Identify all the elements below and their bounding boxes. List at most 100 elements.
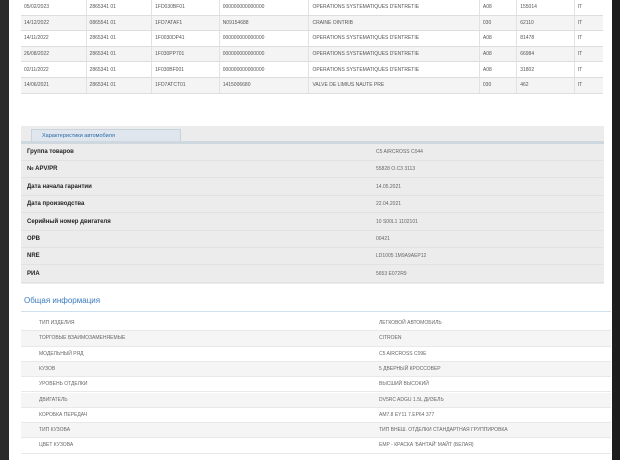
history-cell: 030 xyxy=(478,15,517,32)
characteristic-label: № APV/PR xyxy=(27,166,58,173)
characteristic-row: NRE LD1005 1M9A9AEP12 xyxy=(21,248,604,266)
history-cell: 1FD7ATAF1 xyxy=(151,15,220,32)
general-info-label: ЦВЕТ КУЗОВА xyxy=(39,442,74,449)
general-info-row: ТОРГОВЫЕ ВЗАИМОЗАМЕНЯЕМЫЕ CITROEN xyxy=(21,331,611,347)
general-info-row: ТИП ИЗДЕЛИЯ ЛЕГКОВОЙ АВТОМОБИЛЬ xyxy=(21,316,611,332)
characteristic-value: 22.04.2021 xyxy=(376,201,402,208)
history-cell: IT xyxy=(573,0,603,16)
history-cell: 66984 xyxy=(516,46,575,63)
history-cell: VALVE DE LIMIUS NAUTE PRE xyxy=(308,77,480,94)
general-info-label: ДВИГАТЕЛЬ xyxy=(39,396,68,403)
history-cell: 000000000000000 xyxy=(218,0,309,16)
general-info-row: УРОВЕНЬ ОТДЕЛКИ ВЫСШИЙ ВЫСОКИЙ xyxy=(21,377,611,393)
history-cell: 1F030PP701 xyxy=(151,46,220,63)
general-info-value: 5 ДВЕРНЫЙ КРОССОВЕР xyxy=(379,365,441,372)
history-cell: 000000000000000 xyxy=(218,46,309,63)
general-info-value: ЛЕГКОВОЙ АВТОМОБИЛЬ xyxy=(379,320,442,326)
history-cell: 31802 xyxy=(516,61,575,78)
general-info-value: AM7.8 EY11 7.EP64 377 xyxy=(379,411,435,418)
characteristic-row: Группа товаров C5 AIRCROSS C044 xyxy=(21,144,604,161)
history-row: 26/08/2022 2865341 01 1F030PP701 0000000000… xyxy=(21,46,603,63)
history-cell: 1F030BF001 xyxy=(151,61,220,78)
general-info-value: EMP - КРАСКА 'БАНТАЙ' МАЙТ (БЕЛАЯ) xyxy=(379,442,474,449)
vehicle-characteristics-panel: Характеристики автомобиля Группа товаров… xyxy=(21,126,604,284)
history-cell: IT xyxy=(573,15,603,32)
history-cell: 1FD030BF01 xyxy=(151,0,220,16)
history-cell: IT xyxy=(573,46,603,63)
characteristic-label: Дата начала гарантии xyxy=(27,183,92,190)
history-cell: 462 xyxy=(516,77,575,94)
general-info-value: DV5RC ADGU 1.5L ДИЗЕЛЬ xyxy=(379,396,444,403)
right-shadow xyxy=(612,0,620,460)
history-row: 14/12/2022 0865541 01 1FD7ATAF1 N09154688 CR… xyxy=(21,15,603,32)
history-cell: 1F0030DP41 xyxy=(151,30,220,47)
history-cell: IT xyxy=(573,61,603,78)
general-info-value: ТИП ВНЕШ. ОТДЕЛКИ СТАНДАРТНАЯ ГРУППИРОВК… xyxy=(379,427,508,434)
characteristic-value: 5653 E072R9 xyxy=(376,270,407,277)
characteristic-label: Дата производства xyxy=(27,201,85,208)
history-cell: IT xyxy=(573,77,603,94)
general-info-label: КОРОБКА ПЕРЕДАЧ xyxy=(39,411,88,418)
history-cell: OPERATIONS SYSTEMATIQUES D'ENTRETIE xyxy=(308,61,480,78)
characteristic-value: 14.05.2021 xyxy=(376,183,402,190)
history-cell: N09154688 xyxy=(218,15,309,32)
general-info-divider xyxy=(21,311,611,312)
history-cell: 0865541 01 xyxy=(85,15,152,32)
general-info-title: Общая информация xyxy=(24,296,101,305)
general-info-row: КУЗОВ 5 ДВЕРНЫЙ КРОССОВЕР xyxy=(21,361,611,378)
history-cell: 000000000000000 xyxy=(218,61,309,78)
general-info-row: КОРОБКА ПЕРЕДАЧ AM7.8 EY11 7.EP64 377 xyxy=(21,408,611,424)
general-info-row: ТИП КУЗОВА ТИП ВНЕШ. ОТДЕЛКИ СТАНДАРТНАЯ … xyxy=(21,423,611,439)
general-info-label: УРОВЕНЬ ОТДЕЛКИ xyxy=(39,381,88,388)
general-info-value: CITROEN xyxy=(379,335,402,342)
history-cell: A08 xyxy=(478,0,517,16)
history-cell: 2865341 01 xyxy=(85,61,152,78)
characteristic-value: LD1005 1M9A9AEP12 xyxy=(376,253,427,260)
general-info-label: ТИП КУЗОВА xyxy=(39,427,71,434)
general-info-value: C5 AIRCROSS C09E xyxy=(379,350,427,357)
characteristic-value: 10 S00L1 1102101 xyxy=(376,218,418,225)
general-info-row: ЦВЕТ КУЗОВА EMP - КРАСКА 'БАНТАЙ' МАЙТ (Б… xyxy=(21,438,611,454)
general-info-row: ДВИГАТЕЛЬ DV5RC ADGU 1.5L ДИЗЕЛЬ xyxy=(21,392,611,408)
history-row: 02/11/2022 2865341 01 1F030BF001 0000000000… xyxy=(21,61,603,78)
history-cell: 2865341 01 xyxy=(85,0,152,16)
history-cell: 02/11/2022 xyxy=(21,61,87,78)
history-cell: A08 xyxy=(478,61,517,78)
history-cell: A08 xyxy=(478,30,517,47)
document-page: 05/02/2023 2865341 01 1FD030BF01 0000000000… xyxy=(9,0,612,460)
history-cell: 1415006680 xyxy=(218,77,309,94)
characteristic-label: NRE xyxy=(27,253,40,260)
history-cell: OPERATIONS SYSTEMATIQUES D'ENTRETIE xyxy=(308,0,480,16)
history-row: 05/02/2023 2865341 01 1FD030BF01 0000000000… xyxy=(21,0,603,16)
history-cell: 155014 xyxy=(516,0,575,16)
history-cell: 1FD7ATCT01 xyxy=(151,77,220,94)
characteristic-label: Группа товаров xyxy=(27,149,74,155)
characteristic-row: Дата начала гарантии 14.05.2021 xyxy=(21,179,604,196)
characteristic-value: 00421 xyxy=(376,236,390,242)
history-cell: OPERATIONS SYSTEMATIQUES D'ENTRETIE xyxy=(308,46,480,63)
characteristic-row: Дата производства 22.04.2021 xyxy=(21,196,604,214)
history-cell: IT xyxy=(573,30,603,47)
history-cell: 2865341 01 xyxy=(85,46,152,63)
service-history-table: 05/02/2023 2865341 01 1FD030BF01 0000000000… xyxy=(21,0,603,94)
general-info-label: КУЗОВ xyxy=(39,365,56,372)
history-row: 14/06/2021 2865341 01 1FD7ATCT01 1415006680… xyxy=(21,77,603,94)
history-cell: 26/08/2022 xyxy=(21,46,87,63)
history-row: 14/11/2022 2865341 01 1F0030DP41 0000000000… xyxy=(21,30,603,47)
history-cell: 81478 xyxy=(516,30,575,47)
history-cell: 62110 xyxy=(516,15,575,32)
characteristic-value: 55828 O.C3 3113 xyxy=(376,166,416,173)
history-cell: 000000000000000 xyxy=(218,30,309,47)
history-cell: A08 xyxy=(478,46,517,63)
history-cell: 14/11/2022 xyxy=(21,30,87,47)
general-info-label: МОДЕЛЬНЫЙ РЯД xyxy=(39,350,84,357)
general-info-label: ТОРГОВЫЕ ВЗАИМОЗАМЕНЯЕМЫЕ xyxy=(39,335,126,342)
characteristic-row: OPB 00421 xyxy=(21,231,604,248)
history-cell: 2865341 01 xyxy=(85,30,152,47)
characteristic-value: C5 AIRCROSS C044 xyxy=(376,149,423,155)
characteristics-tab[interactable]: Характеристики автомобиля xyxy=(31,129,181,141)
history-cell: 14/06/2021 xyxy=(21,77,87,94)
history-cell: 2865341 01 xyxy=(85,77,152,94)
history-cell: 14/12/2022 xyxy=(21,15,87,32)
general-info-value: ВЫСШИЙ ВЫСОКИЙ xyxy=(379,381,429,388)
